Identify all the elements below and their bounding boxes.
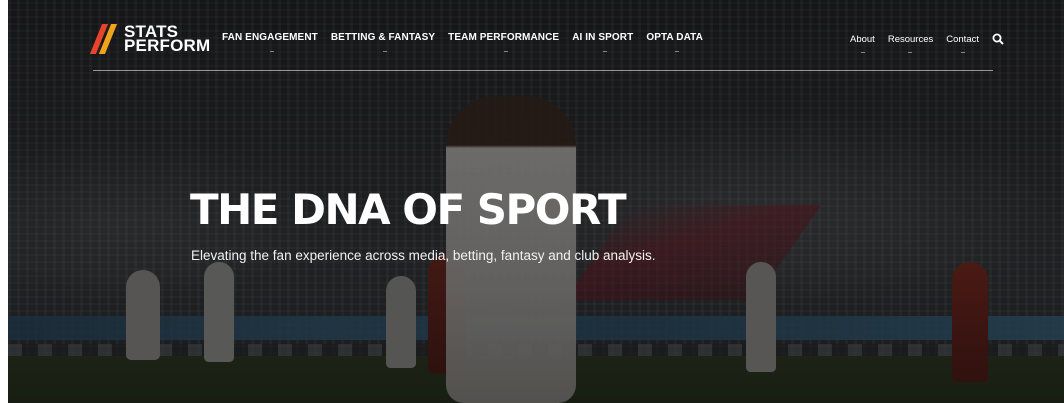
search-icon[interactable] — [992, 33, 1004, 45]
nav-betting-fantasy[interactable]: BETTING & FANTASY — [331, 32, 435, 52]
nav-divider — [93, 70, 993, 71]
top-navigation: STATS PERFORM FAN ENGAGEMENT BETTING & F… — [8, 0, 1064, 72]
stripes-logo-icon — [89, 24, 118, 54]
nav-about[interactable]: About — [850, 34, 875, 53]
hero-headline: THE DNA OF SPORT — [190, 185, 627, 234]
nav-team-performance[interactable]: TEAM PERFORMANCE — [448, 32, 559, 52]
hero-subheadline: Elevating the fan experience across medi… — [191, 248, 656, 263]
nav-opta-data[interactable]: OPTA DATA — [646, 32, 703, 52]
nav-ai-in-sport[interactable]: AI IN SPORT — [572, 32, 633, 52]
logo-wordmark: STATS PERFORM — [124, 23, 211, 55]
nav-resources[interactable]: Resources — [888, 34, 933, 53]
nav-contact[interactable]: Contact — [946, 34, 979, 53]
nav-fan-engagement[interactable]: FAN ENGAGEMENT — [222, 32, 318, 52]
stats-perform-logo[interactable]: STATS PERFORM — [89, 22, 211, 56]
secondary-menu: About Resources Contact — [850, 33, 1004, 53]
logo-line-2: PERFORM — [124, 36, 211, 55]
main-menu: FAN ENGAGEMENT BETTING & FANTASY TEAM PE… — [222, 32, 716, 52]
